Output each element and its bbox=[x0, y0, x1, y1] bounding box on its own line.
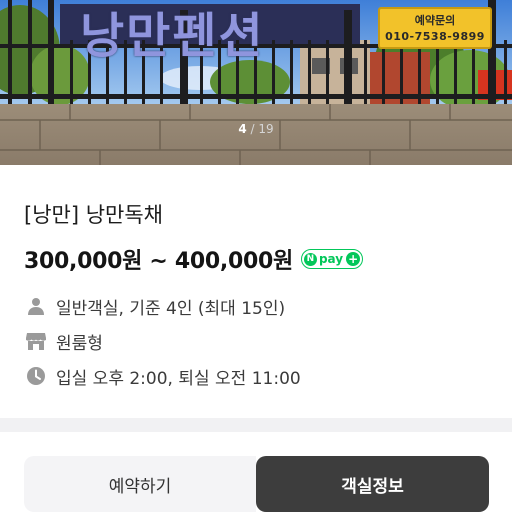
price-row: 300,000원 ~ 400,000원 N pay + bbox=[24, 244, 364, 274]
contact-sign-phone: 010-7538-9899 bbox=[385, 30, 485, 43]
reserve-button[interactable]: 예약하기 bbox=[24, 456, 256, 512]
feature-room-type: 원룸형 bbox=[24, 328, 103, 354]
feature-checkin-time: 입실 오후 2:00, 퇴실 오전 11:00 bbox=[24, 363, 301, 389]
pager-current: 4 bbox=[238, 122, 247, 136]
pager-separator: / bbox=[250, 122, 255, 136]
feature-room-type-text: 원룸형 bbox=[56, 333, 103, 354]
room-info-button[interactable]: 객실정보 bbox=[256, 456, 489, 512]
reservation-contact-sign: 예약문의 010-7538-9899 bbox=[378, 7, 492, 49]
store-icon bbox=[24, 329, 48, 353]
section-divider bbox=[0, 418, 512, 432]
tab-buttons: 예약하기 객실정보 bbox=[0, 432, 512, 512]
room-title: [낭만] 낭만독채 bbox=[24, 203, 163, 227]
feature-checkin-text: 입실 오후 2:00, 퇴실 오전 11:00 bbox=[56, 368, 301, 389]
room-photo-carousel[interactable]: 낭만펜션 예약문의 010-7538-9899 4 / 19 bbox=[0, 0, 512, 165]
room-info-section: [낭만] 낭만독채 300,000원 ~ 400,000원 N pay + 일반… bbox=[0, 165, 512, 418]
pension-sign-text: 낭만펜션 bbox=[80, 8, 265, 64]
person-icon bbox=[24, 294, 48, 318]
pager-total: 19 bbox=[258, 122, 274, 136]
npay-pay-text: pay bbox=[318, 252, 344, 266]
room-price: 300,000원 ~ 400,000원 bbox=[24, 249, 293, 274]
npay-badge: N pay + bbox=[300, 249, 364, 269]
clock-icon bbox=[24, 364, 48, 388]
feature-capacity: 일반객실, 기준 4인 (최대 15인) bbox=[24, 293, 285, 319]
npay-n-logo: N bbox=[303, 252, 317, 266]
photo-pager: 4 / 19 bbox=[222, 122, 290, 142]
feature-capacity-text: 일반객실, 기준 4인 (최대 15인) bbox=[56, 298, 286, 319]
contact-sign-label: 예약문의 bbox=[414, 14, 456, 27]
npay-plus-icon: + bbox=[346, 252, 361, 266]
